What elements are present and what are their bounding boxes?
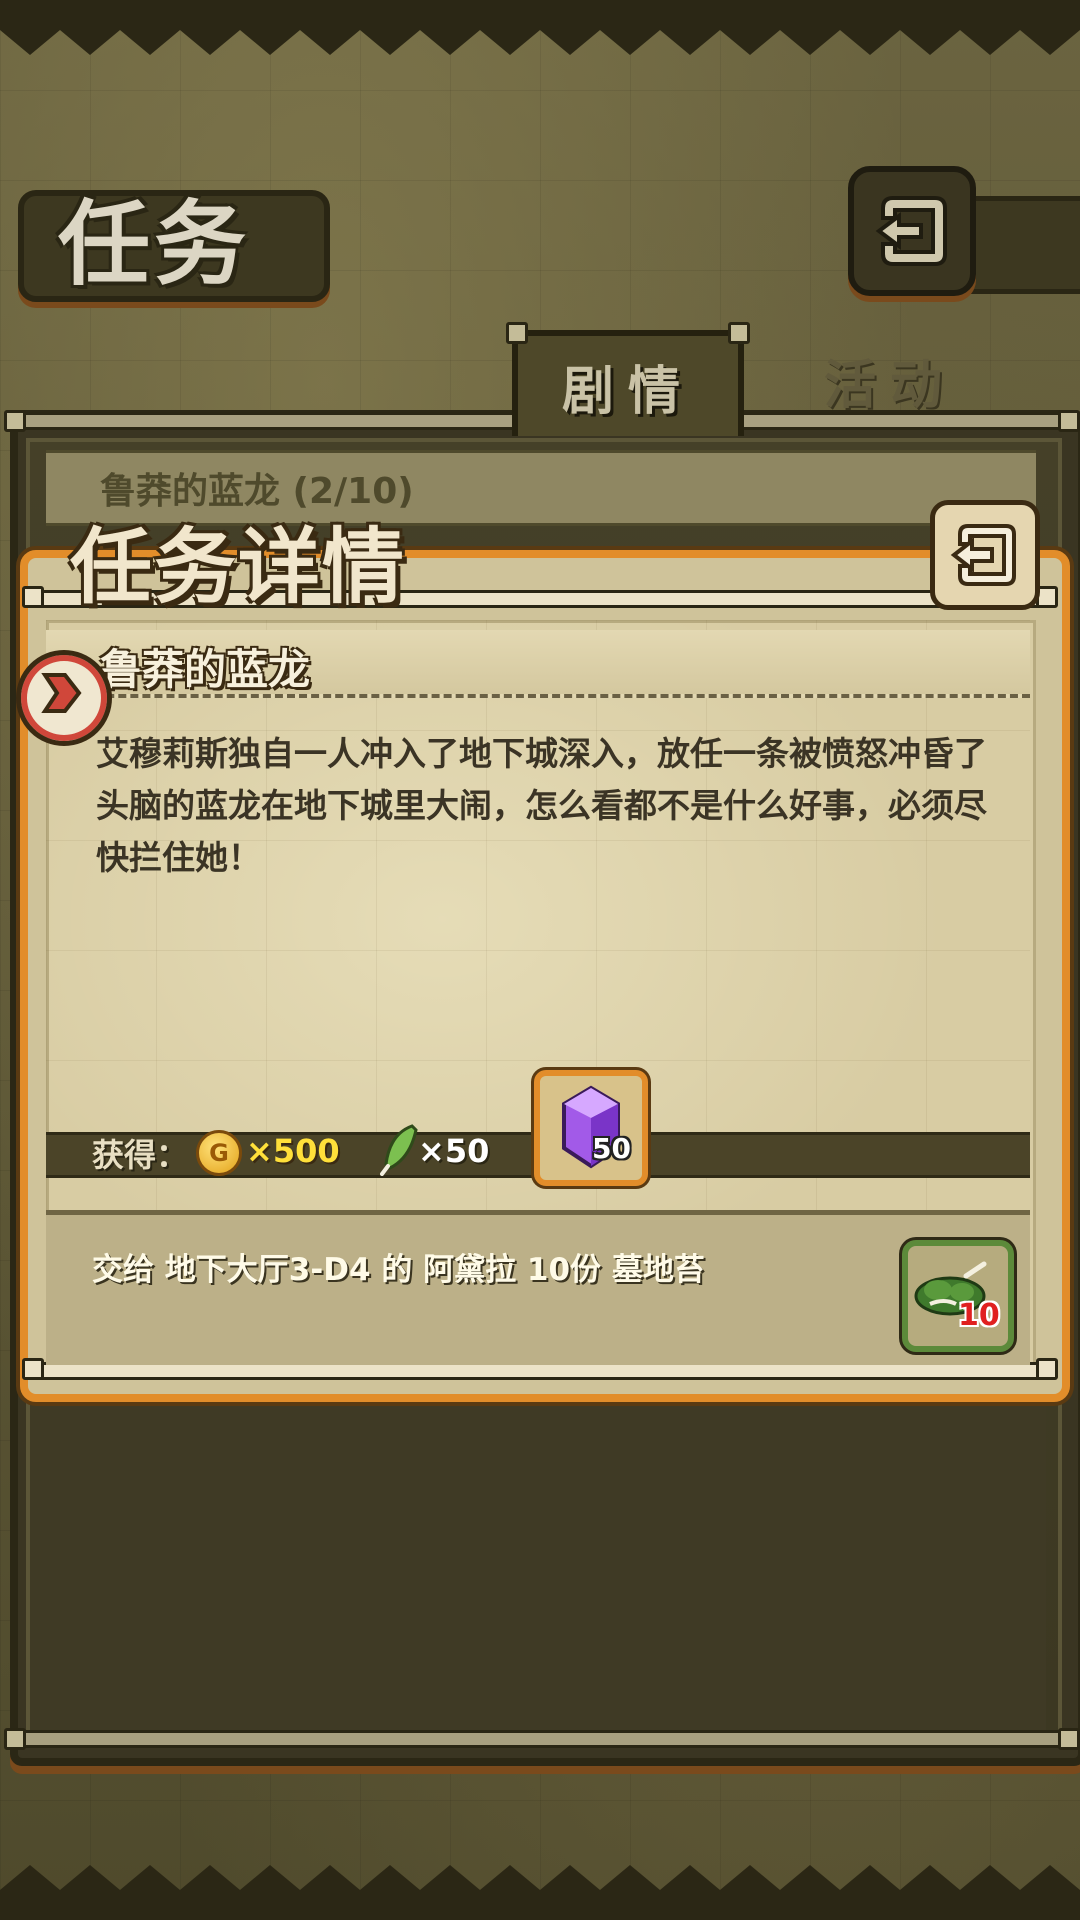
quest-description: 艾穆莉斯独自一人冲入了地下城深入，放任一条被愤怒冲昏了头脑的蓝龙在地下城里大闹，… (96, 734, 987, 877)
required-item-slot[interactable] (902, 1240, 1014, 1352)
header-right-bar (960, 196, 1080, 294)
tab-post (728, 322, 750, 344)
panel-bottom-rail (14, 1730, 1066, 1748)
quest-list-empty-area (30, 1400, 1046, 1730)
feather-reward-amount: ×50 (418, 1132, 490, 1170)
gold-coin-icon: G (196, 1130, 242, 1176)
dialog-post (1036, 1358, 1058, 1380)
tab-post (506, 322, 528, 344)
quest-name: 鲁莽的蓝龙 (100, 645, 311, 694)
back-button[interactable] (848, 166, 976, 296)
page-title: 任务 (58, 191, 251, 298)
required-item-count: 10 (958, 1298, 1000, 1333)
tab-event[interactable]: 活动 (760, 330, 1020, 430)
panel-post (4, 1728, 26, 1750)
dialog-post (22, 586, 44, 608)
quest-objective: 交给 地下大厅3-D4 的 阿黛拉 10份 墓地苔 (92, 1252, 705, 1288)
feather-icon (380, 1124, 418, 1176)
panel-post (4, 410, 26, 432)
back-arrow-icon (950, 524, 1016, 586)
dialog-title: 任务详情 (70, 520, 407, 615)
rewards-label: 获得： (92, 1136, 189, 1174)
bottom-zigzag-border (0, 1865, 1080, 1920)
dialog-back-button[interactable] (930, 500, 1040, 610)
tab-story[interactable]: 剧情 (512, 330, 744, 436)
gem-reward-slot[interactable] (534, 1070, 648, 1186)
back-arrow-icon (875, 196, 947, 266)
panel-post (1058, 410, 1080, 432)
dialog-post (22, 1358, 44, 1380)
top-zigzag-border (0, 0, 1080, 55)
tab-event-label: 活动 (823, 355, 956, 416)
tab-story-label: 剧情 (561, 361, 694, 422)
gold-reward-amount: ×500 (246, 1132, 340, 1170)
panel-post (1058, 1728, 1080, 1750)
gem-reward-count: 50 (592, 1132, 631, 1165)
